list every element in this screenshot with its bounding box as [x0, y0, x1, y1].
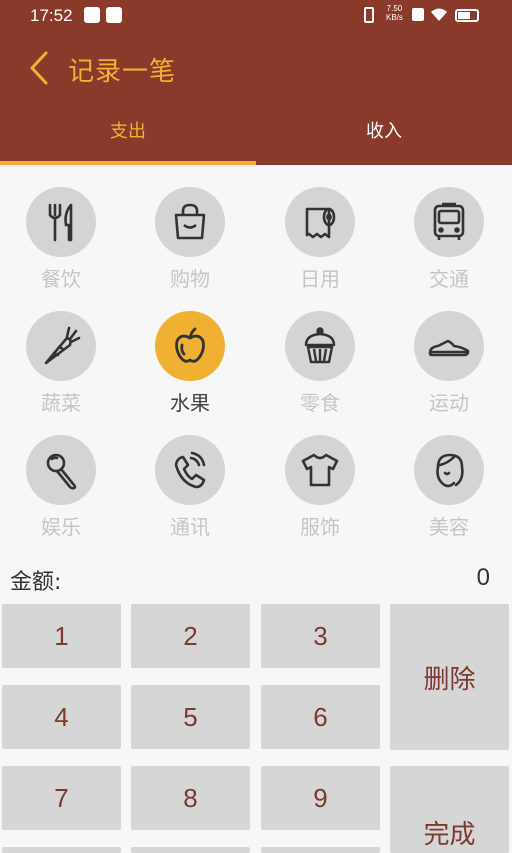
category-dining[interactable]: 餐饮 — [5, 187, 115, 299]
amount-label: 金额: — [10, 570, 62, 595]
status-bar: 17:52 7.50 KB/s — [0, 0, 512, 32]
battery-icon — [455, 9, 479, 22]
amount-row: 金额: 0 — [0, 560, 512, 596]
wifi-icon — [431, 8, 447, 21]
category-fruit[interactable]: 水果 — [134, 311, 244, 423]
network-speed: 7.50 KB/s — [386, 4, 403, 22]
bus-icon — [433, 202, 465, 240]
sim-off-icon — [412, 8, 424, 21]
phone-icon — [174, 451, 206, 489]
key-row-partial[interactable] — [131, 847, 250, 853]
carrot-icon — [44, 326, 81, 365]
key-9[interactable]: 9 — [261, 766, 380, 830]
sneaker-icon — [428, 339, 470, 357]
category-snacks[interactable]: 零食 — [264, 311, 374, 423]
category-vegetables[interactable]: 蔬菜 — [5, 311, 115, 423]
category-beauty[interactable]: 美容 — [393, 435, 503, 547]
tab-income[interactable]: 收入 — [256, 117, 512, 143]
back-arrow-icon[interactable] — [26, 50, 52, 86]
amount-value: 0 — [476, 564, 490, 591]
done-button[interactable]: 完成 — [390, 766, 509, 853]
key-2[interactable]: 2 — [131, 604, 250, 668]
category-communication[interactable]: 通讯 — [134, 435, 244, 547]
tab-expense[interactable]: 支出 — [0, 117, 256, 143]
key-1[interactable]: 1 — [2, 604, 121, 668]
shopping-bag-icon — [174, 203, 206, 240]
key-4[interactable]: 4 — [2, 685, 121, 749]
category-clothing[interactable]: 服饰 — [264, 435, 374, 547]
apple-icon — [175, 327, 205, 363]
paper-roll-icon — [305, 207, 336, 239]
category-daily[interactable]: 日用 — [264, 187, 374, 299]
category-sports[interactable]: 运动 — [393, 311, 503, 423]
key-8[interactable]: 8 — [131, 766, 250, 830]
key-row-partial[interactable] — [261, 847, 380, 853]
key-7[interactable]: 7 — [2, 766, 121, 830]
status-time: 17:52 — [30, 6, 73, 25]
category-shopping[interactable]: 购物 — [134, 187, 244, 299]
tshirt-icon — [301, 453, 339, 487]
face-icon — [436, 453, 464, 488]
key-row-partial[interactable] — [2, 847, 121, 853]
vibrate-icon — [364, 7, 374, 23]
tab-indicator — [0, 161, 256, 165]
utensils-icon — [48, 203, 73, 242]
delete-button[interactable]: 删除 — [390, 604, 509, 750]
message-icon — [106, 7, 122, 23]
key-5[interactable]: 5 — [131, 685, 250, 749]
header: 记录一笔 — [0, 38, 512, 98]
cupcake-icon — [304, 327, 336, 364]
key-3[interactable]: 3 — [261, 604, 380, 668]
notification-icon — [84, 7, 100, 23]
category-transport[interactable]: 交通 — [393, 187, 503, 299]
microphone-icon — [46, 453, 77, 490]
page-title: 记录一笔 — [68, 57, 177, 87]
key-6[interactable]: 6 — [261, 685, 380, 749]
category-entertainment[interactable]: 娱乐 — [5, 435, 115, 547]
